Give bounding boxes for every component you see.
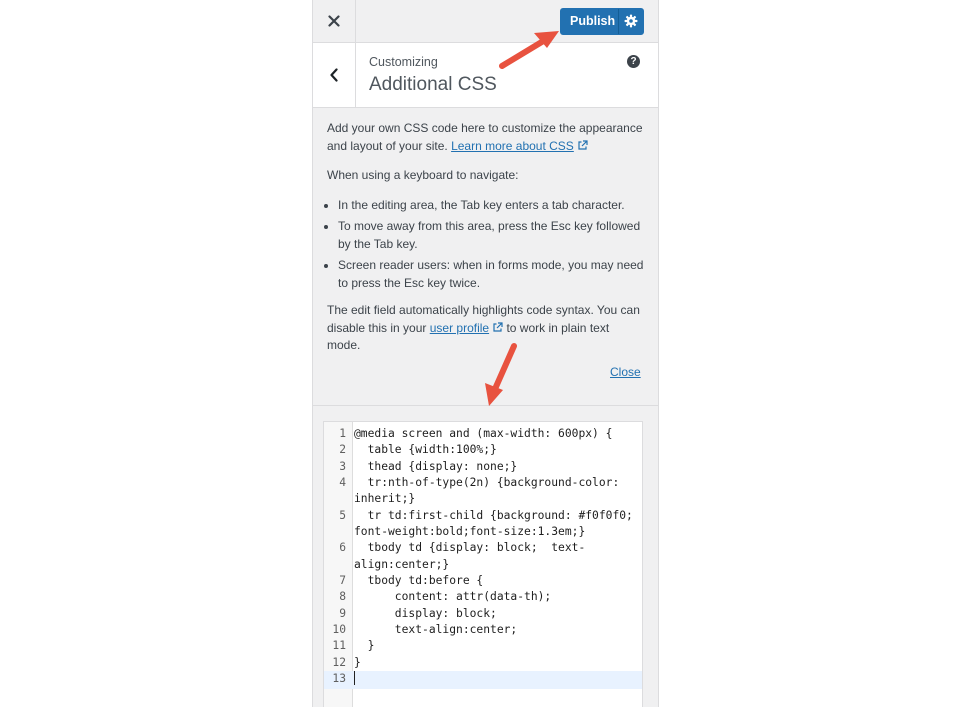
code-line[interactable]: 10 text-align:center; — [324, 622, 642, 638]
code-line[interactable]: 7 tbody td:before { — [324, 573, 642, 589]
close-customizer-button[interactable] — [313, 0, 356, 42]
css-code-editor[interactable]: 1 @media screen and (max-width: 600px) { 2… — [323, 421, 643, 707]
keyboard-heading: When using a keyboard to navigate: — [327, 168, 519, 182]
code-text: display: block; — [354, 606, 497, 620]
publish-divider — [618, 9, 619, 34]
code-text — [354, 671, 355, 686]
code-text: align:center;} — [354, 557, 450, 571]
code-text: font-weight:bold;font-size:1.3em;} — [354, 525, 586, 539]
gear-icon[interactable] — [624, 14, 638, 28]
list-item: To move away from this area, press the E… — [338, 218, 645, 253]
code-line[interactable]: 4 tr:nth-of-type(2n) {background-color: — [324, 475, 642, 491]
line-number: 9 — [339, 606, 346, 620]
code-line[interactable]: 9 display: block; — [324, 606, 642, 622]
list-item: Screen reader users: when in forms mode,… — [338, 257, 645, 292]
code-line[interactable]: font-weight:bold;font-size:1.3em;} — [324, 524, 642, 540]
code-lines[interactable]: 1 @media screen and (max-width: 600px) { 2… — [324, 426, 642, 689]
customizer-header: Publish — [313, 0, 658, 43]
line-number: 7 — [339, 574, 346, 588]
code-line[interactable]: 3 thead {display: none;} — [324, 459, 642, 475]
code-text: } — [354, 655, 361, 669]
intro-paragraph: Add your own CSS code here to customize … — [327, 120, 645, 155]
code-text: content: attr(data-th); — [354, 590, 552, 604]
external-link-icon — [578, 139, 588, 150]
section-title-bar: Customizing Additional CSS ? — [313, 43, 658, 108]
code-line[interactable]: 6 tbody td {display: block; text- — [324, 540, 642, 556]
code-line[interactable]: inherit;} — [324, 491, 642, 507]
back-button[interactable] — [313, 43, 356, 107]
external-link-icon — [493, 321, 503, 332]
code-text: tr:nth-of-type(2n) {background-color: — [354, 476, 620, 490]
code-line[interactable]: 8 content: attr(data-th); — [324, 589, 642, 605]
line-number: 3 — [339, 459, 346, 473]
code-text: } — [354, 639, 375, 653]
code-line[interactable]: 5 tr td:first-child {background: #f0f0f0… — [324, 508, 642, 524]
editor-area: 1 @media screen and (max-width: 600px) { 2… — [313, 405, 658, 707]
line-number: 13 — [332, 672, 346, 686]
text-cursor — [354, 671, 355, 686]
code-text: @media screen and (max-width: 600px) { — [354, 427, 613, 440]
code-line[interactable]: 12} — [324, 655, 642, 671]
code-line[interactable]: 1 @media screen and (max-width: 600px) { — [324, 426, 642, 442]
line-number: 5 — [339, 508, 346, 522]
keyboard-tips-list: In the editing area, the Tab key enters … — [327, 197, 645, 293]
publish-button[interactable]: Publish — [560, 8, 644, 35]
line-number: 8 — [339, 590, 346, 604]
customizer-panel: Publish Customizing Additional CSS ? Add… — [312, 0, 659, 707]
code-text: tr td:first-child {background: #f0f0f0; — [354, 508, 633, 522]
line-number: 1 — [339, 427, 346, 440]
code-line[interactable]: 13 — [324, 671, 642, 689]
code-line[interactable]: align:center;} — [324, 557, 642, 573]
code-text: tbody td {display: block; text- — [354, 541, 586, 555]
line-number: 6 — [339, 541, 346, 555]
line-number: 4 — [339, 476, 346, 490]
page-title: Additional CSS — [369, 74, 497, 95]
code-text: thead {display: none;} — [354, 459, 518, 473]
section-description: Add your own CSS code here to customize … — [327, 120, 645, 367]
line-number: 11 — [332, 639, 346, 653]
line-number: 2 — [339, 443, 346, 457]
chevron-left-icon — [330, 68, 338, 82]
syntax-paragraph: The edit field automatically highlights … — [327, 302, 645, 355]
code-text: table {width:100%;} — [354, 443, 497, 457]
line-number: 10 — [332, 623, 346, 637]
code-text: text-align:center; — [354, 623, 518, 637]
breadcrumb: Customizing — [369, 55, 438, 69]
help-icon[interactable]: ? — [627, 55, 640, 68]
user-profile-link[interactable]: user profile — [430, 321, 489, 335]
code-line[interactable]: 2 table {width:100%;} — [324, 442, 642, 458]
code-text: tbody td:before { — [354, 574, 484, 588]
list-item: In the editing area, the Tab key enters … — [338, 197, 645, 215]
code-text: inherit;} — [354, 492, 416, 506]
close-description-link[interactable]: Close — [610, 365, 641, 379]
publish-label: Publish — [570, 14, 616, 28]
code-line[interactable]: 11 } — [324, 638, 642, 654]
close-icon — [328, 15, 340, 27]
learn-more-link[interactable]: Learn more about CSS — [451, 139, 574, 153]
line-number: 12 — [332, 655, 346, 669]
